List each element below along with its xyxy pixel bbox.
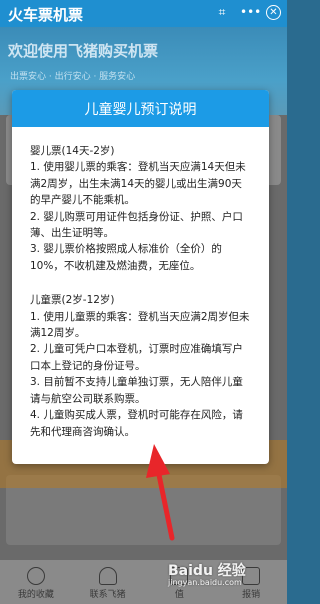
infant-item: 3. 婴儿票价格按照成人标准价（全价）的10%，不收机建及燃油费，无座位。 bbox=[30, 243, 222, 272]
child-item: 1. 使用儿童票的乘客：登机当天应满2周岁但未满12周岁。 bbox=[30, 310, 250, 340]
watermark-url: jingyan.baidu.com bbox=[168, 578, 242, 587]
nav-label: 我的收藏 bbox=[17, 590, 54, 600]
star-icon bbox=[26, 567, 45, 585]
scan-icon[interactable]: ⌗ bbox=[214, 4, 230, 20]
title-bar: 火车票机票 ⌗ ••• ✕ bbox=[0, 0, 287, 27]
infant-item: 2. 婴儿购票可用证件包括身份证、护照、户口薄、出生证明等。 bbox=[30, 210, 243, 240]
child-item: 4. 儿童购买成人票，登机时可能存在风险，请先和代理商咨询确认。 bbox=[30, 409, 243, 438]
nav-favorites[interactable]: 我的收藏 bbox=[6, 567, 66, 600]
watermark: Baidu 经验 jingyan.baidu.com bbox=[168, 560, 246, 587]
booking-info-modal: 儿童婴儿预订说明 婴儿票(14天-2岁) 1. 使用婴儿票的乘客：登机当天应满1… bbox=[12, 90, 269, 464]
child-item: 2. 儿童可凭户口本登机，订票时应准确填写户口本上登记的身份证号。 bbox=[30, 343, 243, 372]
hero-subtitle: 出票安心 · 出行安心 · 服务安心 bbox=[10, 72, 136, 82]
modal-title: 儿童婴儿预订说明 bbox=[84, 101, 197, 118]
nav-label: 报销 bbox=[242, 590, 261, 600]
infant-item: 1. 使用婴儿票的乘客：登机当天应满14天但未满2周岁，出生未满14天的婴儿或出… bbox=[30, 161, 246, 207]
titlebar-icons: ⌗ ••• ✕ bbox=[214, 4, 281, 20]
app-title: 火车票机票 bbox=[8, 6, 84, 24]
modal-body: 婴儿票(14天-2岁) 1. 使用婴儿票的乘客：登机当天应满14天但未满2周岁，… bbox=[12, 127, 269, 440]
nav-label: 值 bbox=[174, 590, 184, 600]
more-icon[interactable]: ••• bbox=[240, 4, 261, 20]
nav-label: 联系飞猪 bbox=[89, 590, 126, 600]
child-heading: 儿童票(2岁-12岁) bbox=[30, 294, 115, 307]
nav-contact[interactable]: 联系飞猪 bbox=[78, 567, 138, 600]
close-icon[interactable]: ✕ bbox=[266, 4, 281, 20]
modal-header: 儿童婴儿预订说明 bbox=[12, 90, 269, 127]
hero-headline: 欢迎使用飞猪购买机票 bbox=[8, 42, 159, 60]
child-item: 3. 目前暂不支持儿童单独订票，无人陪伴儿童请与航空公司联系购票。 bbox=[30, 376, 243, 405]
infant-heading: 婴儿票(14天-2岁) bbox=[30, 145, 115, 157]
headset-icon bbox=[98, 567, 117, 585]
watermark-text: Baidu 经验 bbox=[168, 563, 246, 579]
